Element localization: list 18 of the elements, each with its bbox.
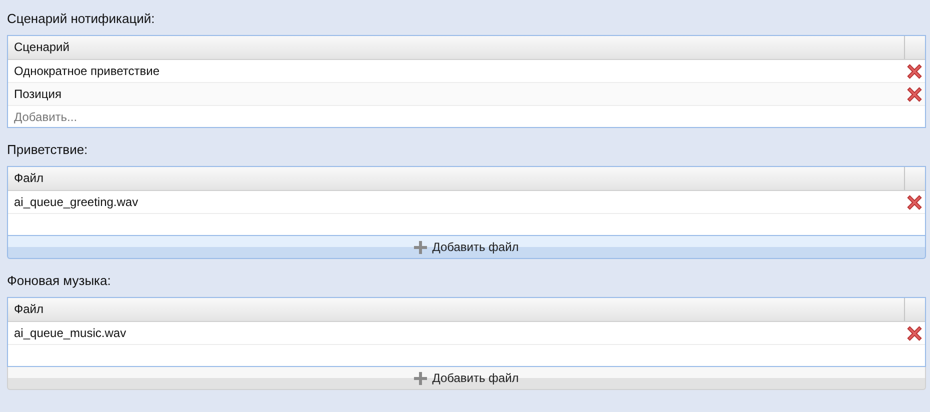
table-cell-text: Однократное приветствие	[13, 64, 161, 78]
column-header[interactable]: Файл	[8, 167, 904, 190]
section-title: Приветствие:	[7, 141, 89, 159]
delete-icon[interactable]	[905, 324, 924, 342]
delete-icon[interactable]	[905, 84, 924, 104]
column-header[interactable]: Сценарий	[8, 36, 904, 59]
section-title: Сценарий нотификаций:	[7, 10, 156, 28]
table-cell-text: ai_queue_greeting.wav	[13, 195, 140, 209]
column-header[interactable]: Файл	[8, 298, 904, 321]
plus-icon	[414, 372, 428, 384]
plus-icon	[414, 240, 428, 254]
delete-icon[interactable]	[905, 192, 924, 212]
add-file-button[interactable]: Добавить файл	[7, 236, 926, 259]
section-title: Фоновая музыка:	[7, 272, 112, 290]
table-cell-text: Позиция	[13, 87, 62, 101]
add-file-button[interactable]: Добавить файл	[7, 367, 926, 390]
table-cell-text: ai_queue_music.wav	[13, 326, 128, 340]
delete-icon[interactable]	[905, 62, 924, 80]
